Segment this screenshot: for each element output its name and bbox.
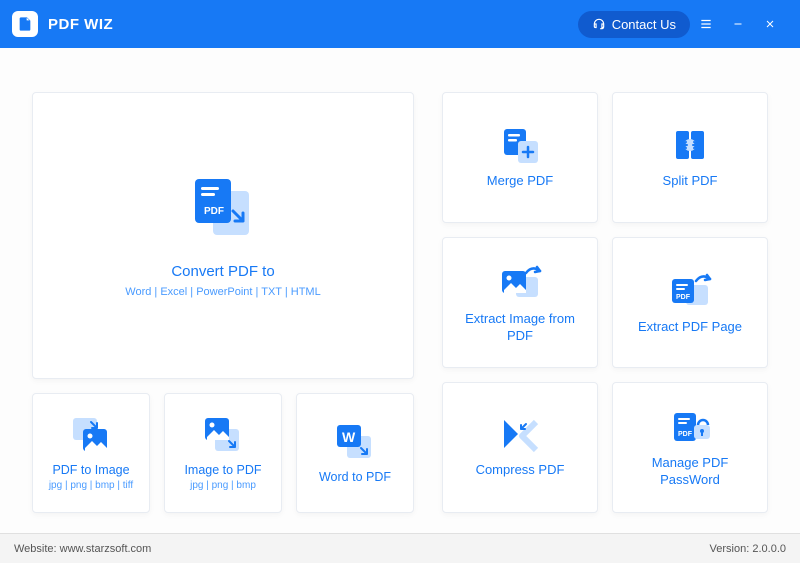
app-logo-icon — [12, 11, 38, 37]
convert-pdf-icon: PDF — [185, 173, 261, 243]
svg-text:W: W — [342, 429, 356, 445]
merge-pdf-icon — [498, 125, 542, 165]
svg-text:PDF: PDF — [678, 431, 693, 438]
app-title: PDF WIZ — [48, 16, 113, 33]
extract-page-icon: PDF — [666, 269, 714, 311]
status-bar: Website: www.starzsoft.com Version: 2.0.… — [0, 533, 800, 563]
card-label: Merge PDF — [487, 173, 553, 190]
card-sub: jpg | png | bmp | tiff — [49, 480, 133, 491]
extract-image-icon — [496, 261, 544, 303]
convert-pdf-subtitle: Word | Excel | PowerPoint | TXT | HTML — [125, 286, 320, 298]
convert-pdf-card[interactable]: PDF Convert PDF to Word | Excel | PowerP… — [32, 92, 414, 379]
image-to-pdf-card[interactable]: Image to PDF jpg | png | bmp — [164, 393, 282, 513]
menu-button[interactable] — [690, 8, 722, 40]
contact-us-button[interactable]: Contact Us — [578, 11, 690, 38]
website-label: Website: — [14, 543, 57, 555]
manage-password-card[interactable]: PDF Manage PDF PassWord — [612, 382, 768, 513]
compress-icon — [500, 416, 540, 454]
close-button[interactable] — [754, 8, 786, 40]
version-label: Version: — [710, 543, 750, 555]
minimize-button[interactable] — [722, 8, 754, 40]
extract-image-card[interactable]: Extract Image from PDF — [442, 237, 598, 368]
contact-us-label: Contact Us — [612, 17, 676, 32]
close-icon — [764, 18, 776, 30]
card-label: PDF to Image — [52, 463, 129, 477]
version-value: 2.0.0.0 — [752, 543, 786, 555]
split-pdf-icon — [668, 125, 712, 165]
headset-icon — [592, 17, 606, 31]
card-sub: jpg | png | bmp — [190, 480, 256, 491]
pdf-to-image-icon — [69, 415, 113, 455]
title-bar: PDF WIZ Contact Us — [0, 0, 800, 48]
word-to-pdf-icon: W — [333, 422, 377, 462]
card-label: Extract Image from PDF — [451, 311, 589, 345]
website-value: www.starzsoft.com — [60, 543, 152, 555]
svg-text:PDF: PDF — [204, 206, 224, 217]
password-icon: PDF — [668, 407, 712, 447]
card-label: Manage PDF PassWord — [621, 455, 759, 489]
pdf-to-image-card[interactable]: PDF to Image jpg | png | bmp | tiff — [32, 393, 150, 513]
menu-icon — [699, 17, 713, 31]
card-label: Image to PDF — [184, 463, 261, 477]
merge-pdf-card[interactable]: Merge PDF — [442, 92, 598, 223]
word-to-pdf-card[interactable]: W Word to PDF — [296, 393, 414, 513]
minimize-icon — [732, 18, 744, 30]
card-label: Compress PDF — [476, 462, 565, 479]
compress-pdf-card[interactable]: Compress PDF — [442, 382, 598, 513]
card-label: Split PDF — [663, 173, 718, 190]
extract-pdf-page-card[interactable]: PDF Extract PDF Page — [612, 237, 768, 368]
card-label: Extract PDF Page — [638, 319, 742, 336]
main-area: PDF Convert PDF to Word | Excel | PowerP… — [0, 48, 800, 533]
card-label: Word to PDF — [319, 470, 391, 484]
convert-pdf-title: Convert PDF to — [171, 263, 274, 280]
image-to-pdf-icon — [201, 415, 245, 455]
svg-text:PDF: PDF — [676, 294, 691, 301]
split-pdf-card[interactable]: Split PDF — [612, 92, 768, 223]
